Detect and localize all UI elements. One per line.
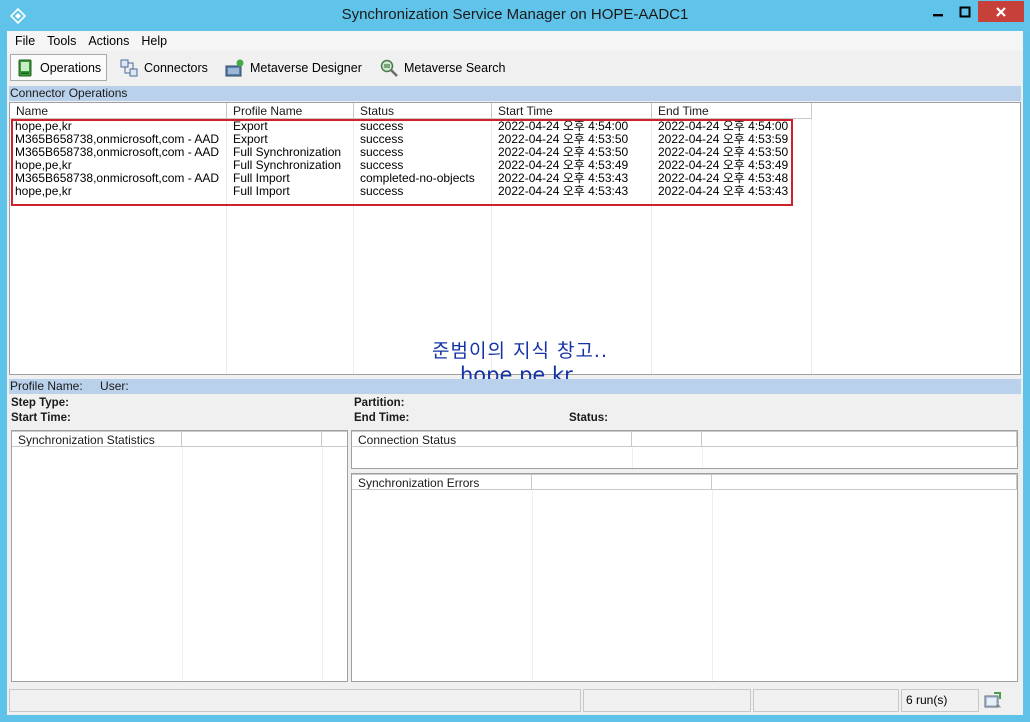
column-header-blank[interactable] (702, 431, 1017, 447)
minimize-button[interactable] (924, 1, 951, 22)
toolbar: Operations Connectors Metaverse Designer (7, 51, 1023, 85)
metaverse-designer-icon (225, 59, 244, 76)
close-icon (996, 6, 1006, 17)
app-window: Synchronization Service Manager on HOPE-… (0, 0, 1030, 722)
column-header-start-time[interactable]: Start Time (492, 103, 652, 119)
status-panel (753, 689, 899, 712)
column-header-blank[interactable] (712, 474, 1017, 490)
column-header-sync-statistics[interactable]: Synchronization Statistics (12, 431, 182, 447)
highlight-annotation-box (11, 119, 793, 206)
column-header-blank[interactable] (532, 474, 712, 490)
metaverse-designer-button[interactable]: Metaverse Designer (221, 54, 366, 81)
metaverse-search-label: Metaverse Search (404, 60, 506, 75)
column-header-blank[interactable] (632, 431, 702, 447)
status-label: Status: (569, 412, 608, 424)
window-title: Synchronization Service Manager on HOPE-… (341, 6, 689, 23)
step-type-label: Step Type: (11, 397, 69, 409)
status-panel-main (9, 689, 581, 712)
column-header-blank[interactable] (322, 431, 347, 447)
metaverse-search-icon (380, 59, 398, 77)
connectors-icon (120, 59, 138, 76)
watermark-korean-text: 준범이의 지식 창고.. (432, 340, 608, 362)
grid-column (533, 490, 713, 681)
connection-status-list[interactable]: Connection Status (351, 430, 1018, 469)
connectors-label: Connectors (144, 60, 208, 75)
end-time-label: End Time: (354, 412, 410, 424)
metaverse-search-button[interactable]: Metaverse Search (375, 54, 509, 81)
run-count: 6 run(s) (901, 689, 979, 712)
connector-operations-list[interactable]: Name Profile Name Status Start Time End … (9, 102, 1021, 375)
menu-actions[interactable]: Actions (82, 31, 135, 51)
operations-button[interactable]: Operations (10, 54, 107, 81)
profile-name-label: Profile Name: (10, 379, 83, 393)
connectors-button[interactable]: Connectors (115, 54, 212, 81)
column-header-blank[interactable] (182, 431, 322, 447)
status-bar: 6 run(s) (7, 686, 1023, 715)
grid-column (352, 490, 533, 681)
user-label: User: (100, 379, 129, 393)
column-header-profile-name[interactable]: Profile Name (227, 103, 354, 119)
grid-column (633, 447, 703, 468)
partition-label: Partition: (354, 397, 405, 409)
operations-label: Operations (40, 60, 102, 75)
list-column-headers: Connection Status (352, 431, 1017, 447)
metaverse-designer-label: Metaverse Designer (250, 60, 362, 75)
title-bar[interactable]: Synchronization Service Manager on HOPE-… (0, 0, 1030, 31)
list-column-headers: Synchronization Statistics (12, 431, 347, 447)
operations-icon (18, 59, 32, 76)
start-time-label: Start Time: (11, 412, 71, 424)
connector-operations-header: Connector Operations (9, 86, 1021, 101)
maximize-button[interactable] (951, 1, 978, 22)
menu-file[interactable]: File (9, 31, 41, 51)
column-header-end-time[interactable]: End Time (652, 103, 812, 119)
menu-bar: File Tools Actions Help (7, 31, 1023, 51)
list-column-headers: Synchronization Errors (352, 474, 1017, 490)
column-header-sync-errors[interactable]: Synchronization Errors (352, 474, 532, 490)
list-column-headers: Name Profile Name Status Start Time End … (10, 103, 812, 119)
run-details-header: Profile Name: User: (9, 379, 1021, 394)
grid-column (352, 447, 633, 468)
grid-column (12, 447, 183, 681)
column-header-status[interactable]: Status (354, 103, 492, 119)
menu-tools[interactable]: Tools (41, 31, 82, 51)
close-button[interactable] (978, 1, 1024, 22)
column-header-name[interactable]: Name (10, 103, 227, 119)
sync-errors-list[interactable]: Synchronization Errors (351, 473, 1018, 682)
grid-column (183, 447, 323, 681)
sync-statistics-list[interactable]: Synchronization Statistics (11, 430, 348, 682)
maximize-icon (959, 6, 970, 17)
menu-help[interactable]: Help (135, 31, 173, 51)
minimize-icon (932, 13, 943, 16)
status-panel (583, 689, 751, 712)
column-header-connection-status[interactable]: Connection Status (352, 431, 632, 447)
sync-status-icon (984, 692, 1001, 708)
client-area: File Tools Actions Help Operations Conne… (7, 31, 1023, 715)
